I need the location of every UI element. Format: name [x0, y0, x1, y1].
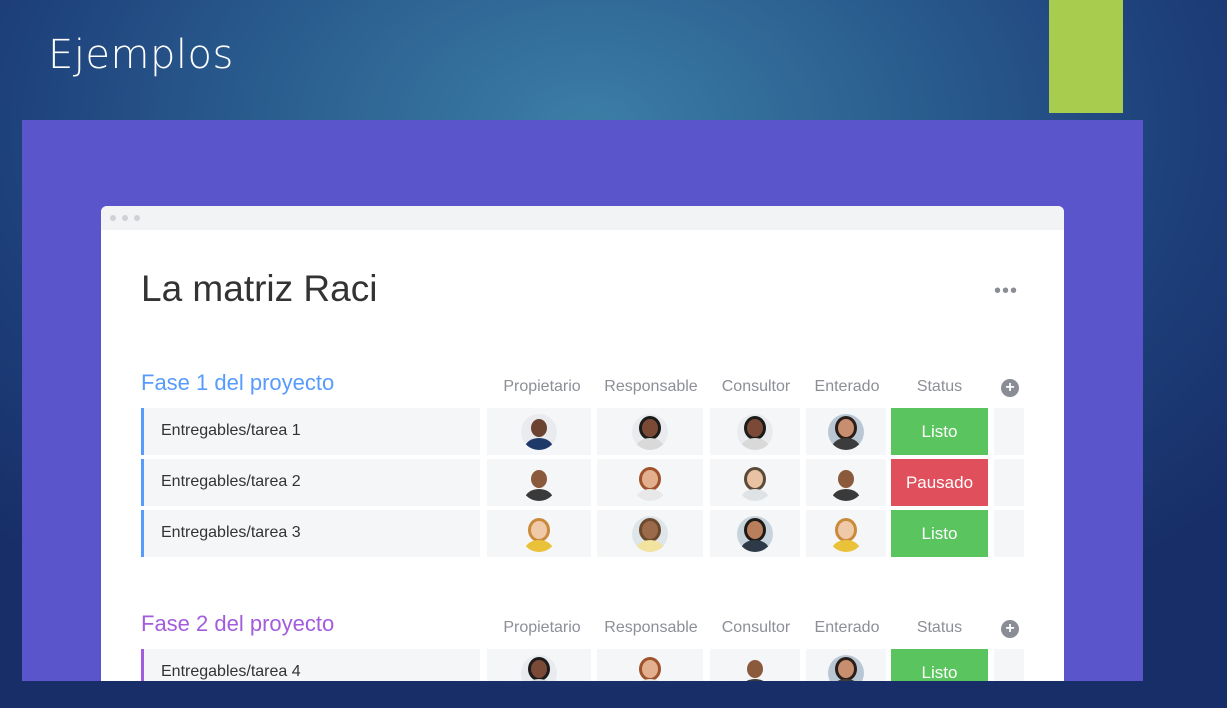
table-row[interactable]: Entregables/tarea 1 Listo	[141, 408, 1026, 455]
row-end-cell	[994, 649, 1024, 681]
row-name: Entregables/tarea 4	[161, 663, 301, 680]
avatar-icon	[632, 516, 668, 552]
avatar-icon	[828, 465, 864, 501]
column-header-responsable: Responsable	[604, 378, 698, 395]
avatar-icon	[632, 655, 668, 681]
row-name-cell[interactable]: Entregables/tarea 2	[141, 459, 480, 506]
responsible-cell[interactable]	[597, 459, 703, 506]
consultant-cell[interactable]	[710, 649, 800, 681]
more-options-icon[interactable]: •••	[994, 280, 1018, 303]
window-titlebar	[101, 206, 1064, 230]
avatar-icon	[632, 414, 668, 450]
row-end-cell	[994, 408, 1024, 455]
window-dot-icon[interactable]	[110, 215, 116, 221]
informed-cell[interactable]	[806, 408, 886, 455]
row-name-cell[interactable]: Entregables/tarea 3	[141, 510, 480, 557]
accent-block	[1049, 0, 1123, 113]
owner-cell[interactable]	[487, 459, 591, 506]
responsible-cell[interactable]	[597, 408, 703, 455]
consultant-cell[interactable]	[710, 510, 800, 557]
avatar-icon	[737, 465, 773, 501]
window-dot-icon[interactable]	[122, 215, 128, 221]
group-title[interactable]: Fase 1 del proyecto	[141, 370, 334, 396]
status-badge[interactable]: Listo	[891, 408, 988, 455]
avatar-icon	[828, 414, 864, 450]
status-badge[interactable]: Listo	[891, 649, 988, 681]
column-header-enterado: Enterado	[814, 378, 880, 395]
status-badge[interactable]: Listo	[891, 510, 988, 557]
avatar-icon	[521, 655, 557, 681]
row-name-cell[interactable]: Entregables/tarea 4	[141, 649, 480, 681]
column-header-consultor: Consultor	[721, 378, 791, 395]
table-row[interactable]: Entregables/tarea 2 Pausado	[141, 459, 1026, 506]
column-header-responsable: Responsable	[604, 619, 698, 636]
avatar-icon	[828, 655, 864, 681]
app-window: La matriz Raci ••• Fase 1 del proyecto P…	[101, 206, 1064, 681]
row-end-cell	[994, 510, 1024, 557]
avatar-icon	[521, 414, 557, 450]
consultant-cell[interactable]	[710, 408, 800, 455]
column-header-status: Status	[916, 619, 963, 636]
owner-cell[interactable]	[487, 649, 591, 681]
row-name: Entregables/tarea 2	[161, 473, 301, 490]
consultant-cell[interactable]	[710, 459, 800, 506]
owner-cell[interactable]	[487, 408, 591, 455]
add-column-icon[interactable]: +	[1001, 620, 1019, 638]
slide-title: Ejemplos	[48, 32, 234, 78]
row-name-cell[interactable]: Entregables/tarea 1	[141, 408, 480, 455]
table-row[interactable]: Entregables/tarea 4 Listo	[141, 649, 1026, 681]
row-name: Entregables/tarea 3	[161, 524, 301, 541]
row-name: Entregables/tarea 1	[161, 422, 301, 439]
responsible-cell[interactable]	[597, 510, 703, 557]
informed-cell[interactable]	[806, 510, 886, 557]
board-title: La matriz Raci	[141, 268, 378, 309]
column-header-propietario: Propietario	[503, 619, 581, 636]
informed-cell[interactable]	[806, 649, 886, 681]
window-dot-icon[interactable]	[134, 215, 140, 221]
screenshot-panel: La matriz Raci ••• Fase 1 del proyecto P…	[22, 120, 1143, 681]
responsible-cell[interactable]	[597, 649, 703, 681]
column-header-status: Status	[916, 378, 963, 395]
status-badge[interactable]: Pausado	[891, 459, 988, 506]
group-title[interactable]: Fase 2 del proyecto	[141, 611, 334, 637]
add-column-icon[interactable]: +	[1001, 379, 1019, 397]
informed-cell[interactable]	[806, 459, 886, 506]
column-header-propietario: Propietario	[503, 378, 581, 395]
avatar-icon	[521, 465, 557, 501]
avatar-icon	[828, 516, 864, 552]
owner-cell[interactable]	[487, 510, 591, 557]
avatar-icon	[737, 516, 773, 552]
table-row[interactable]: Entregables/tarea 3 Listo	[141, 510, 1026, 557]
column-header-consultor: Consultor	[721, 619, 791, 636]
avatar-icon	[737, 655, 773, 681]
row-end-cell	[994, 459, 1024, 506]
avatar-icon	[737, 414, 773, 450]
avatar-icon	[632, 465, 668, 501]
avatar-icon	[521, 516, 557, 552]
column-header-enterado: Enterado	[814, 619, 880, 636]
